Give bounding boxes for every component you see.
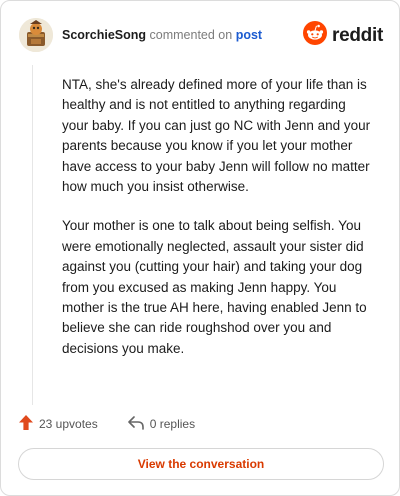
post-link[interactable]: post <box>236 28 262 42</box>
user-avatar[interactable] <box>19 18 53 52</box>
thread-line <box>32 65 33 405</box>
comment-header: ScorchieSong commented on post reddit <box>19 17 383 53</box>
reddit-snoo-icon <box>303 21 328 50</box>
comment-card: ScorchieSong commented on post reddit NT… <box>0 0 400 496</box>
upvotes-label: 23 upvotes <box>39 417 98 431</box>
replies-button[interactable]: 0 replies <box>127 415 196 433</box>
comment-meta: ScorchieSong commented on post <box>62 28 262 42</box>
comment-body: NTA, she's already defined more of your … <box>62 75 374 378</box>
replies-label: 0 replies <box>149 417 196 431</box>
action-text: commented on <box>146 28 236 42</box>
reddit-brand[interactable]: reddit <box>303 21 383 50</box>
upvote-arrow-icon <box>19 415 33 433</box>
comment-footer: 23 upvotes 0 replies <box>19 413 195 435</box>
comment-paragraph: NTA, she's already defined more of your … <box>62 77 371 195</box>
username-link[interactable]: ScorchieSong <box>62 28 146 42</box>
reply-arrow-icon <box>127 415 144 433</box>
comment-paragraph: Your mother is one to talk about being s… <box>62 218 367 356</box>
view-conversation-button[interactable]: View the conversation <box>18 448 384 480</box>
upvotes-button[interactable]: 23 upvotes <box>19 415 98 433</box>
reddit-wordmark: reddit <box>332 24 383 46</box>
